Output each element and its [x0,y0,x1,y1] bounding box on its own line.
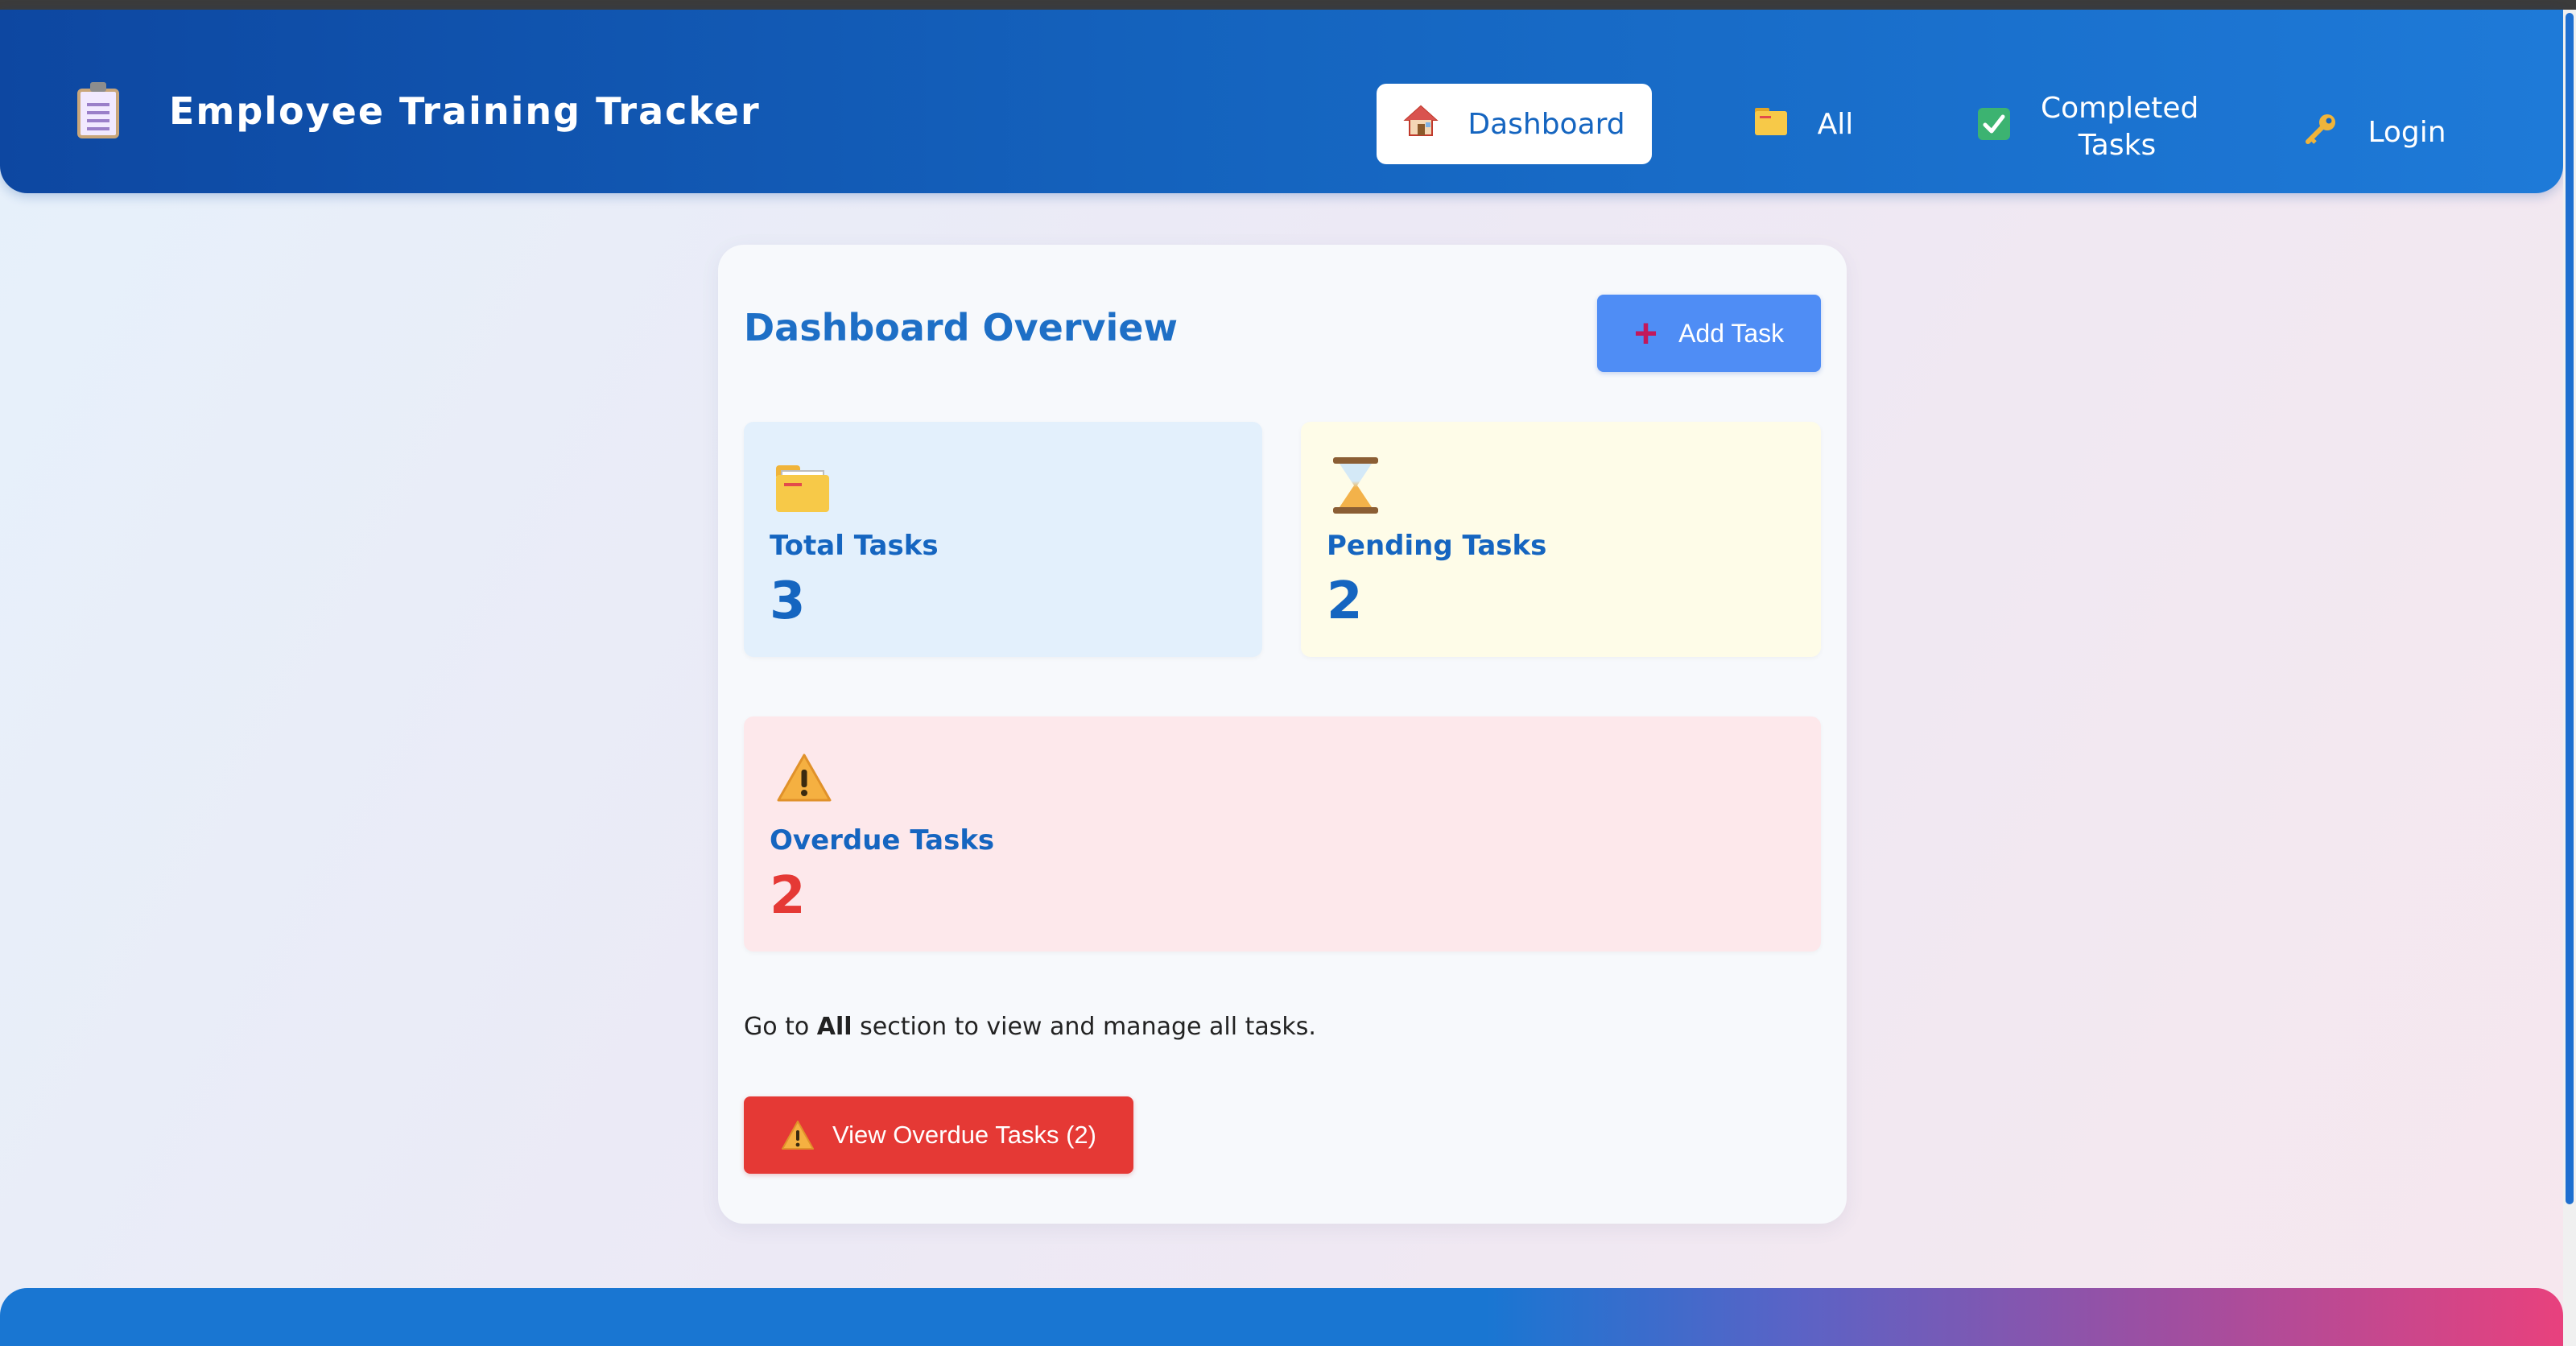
folder-icon [1753,105,1789,143]
footer-bar [0,1288,2563,1346]
scrollbar-thumb[interactable] [2566,13,2574,1204]
nav-dashboard-label: Dashboard [1468,107,1625,141]
stat-card-overdue: Overdue Tasks 2 [744,716,1821,952]
hint-prefix: Go to [744,1013,817,1041]
folder-icon [776,457,832,514]
window-top-strip [0,0,2576,10]
hint-text: Go to All section to view and manage all… [744,1013,1316,1041]
vertical-scrollbar[interactable] [2563,10,2576,1346]
stat-label: Overdue Tasks [770,824,995,857]
plus-icon: + [1633,311,1658,356]
stat-value: 2 [1327,572,1363,631]
dashboard-card: Dashboard Overview + Add Task Total Task… [718,245,1847,1224]
stat-value: 3 [770,572,806,631]
app-title: Employee Training Tracker [169,89,761,133]
page-title: Dashboard Overview [744,306,1178,349]
hourglass-icon [1333,457,1389,514]
nav-login-label: Login [2368,115,2446,149]
nav-dashboard[interactable]: Dashboard [1377,84,1652,164]
house-icon [1403,103,1439,145]
stat-label: Total Tasks [770,530,939,562]
add-task-button[interactable]: + Add Task [1597,295,1821,372]
stat-value: 2 [770,866,806,926]
nav-completed-label: Completed Tasks [2041,92,2199,162]
warning-icon [782,1121,815,1150]
stat-label: Pending Tasks [1327,530,1547,562]
hint-emphasis: All [816,1013,852,1041]
nav-all-label: All [1817,107,1854,141]
brand[interactable]: Employee Training Tracker [74,77,761,145]
checkbox-icon [1976,106,2012,148]
stat-card-total: Total Tasks 3 [744,422,1262,657]
view-overdue-label: View Overdue Tasks (2) [832,1121,1096,1149]
view-overdue-button[interactable]: View Overdue Tasks (2) [744,1096,1133,1174]
stat-card-pending: Pending Tasks 2 [1301,422,1821,657]
add-task-label: Add Task [1678,318,1785,348]
key-icon [2303,111,2339,153]
clipboard-icon [74,82,122,140]
nav-all[interactable]: All [1747,84,1860,164]
nav-completed-tasks[interactable]: Completed Tasks [1972,84,2198,171]
nav-login[interactable]: Login [2302,92,2447,172]
warning-icon [776,752,832,808]
hint-suffix: section to view and manage all tasks. [852,1013,1316,1041]
top-navbar: Employee Training Tracker Dashboard All [0,10,2563,193]
